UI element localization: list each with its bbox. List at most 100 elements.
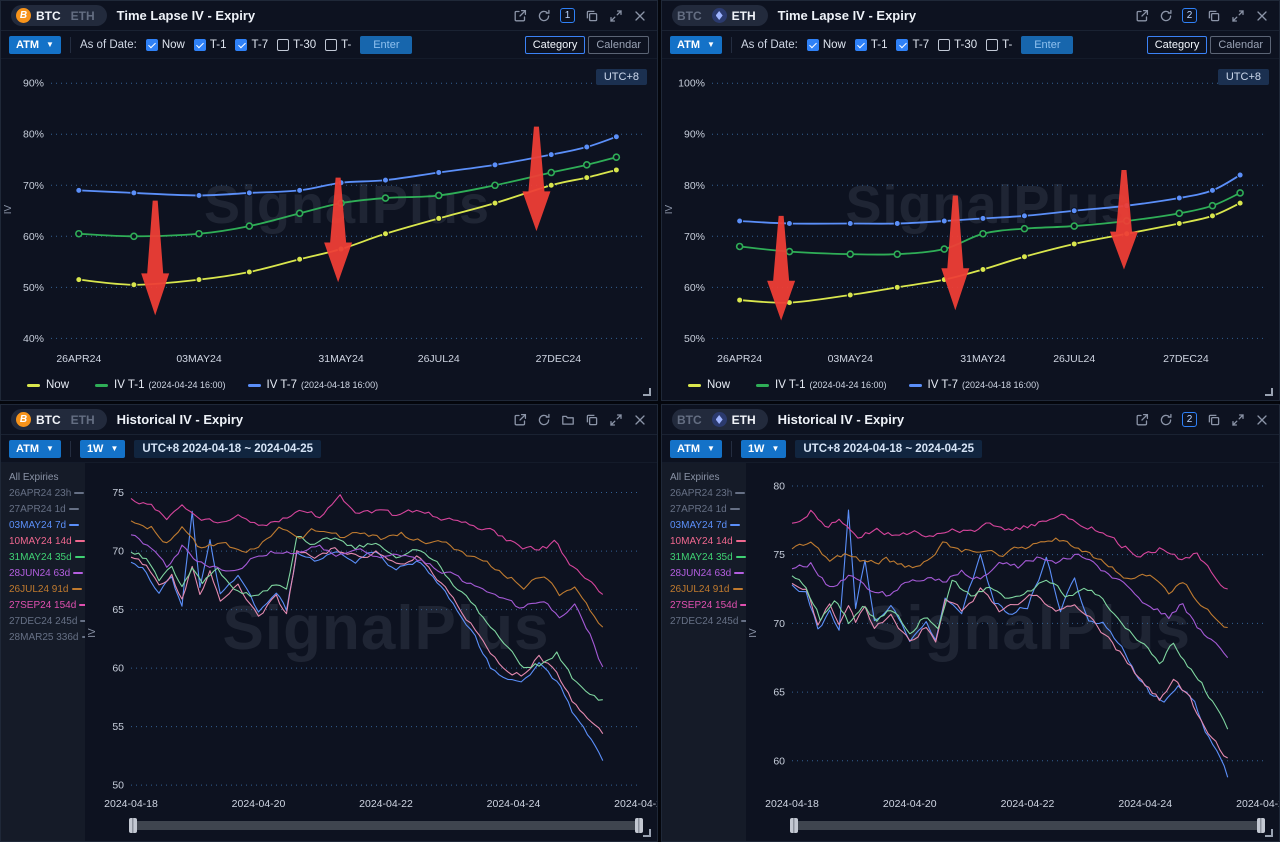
slider-handle-right[interactable] [1257,818,1265,833]
legend-item-t1[interactable]: IV T-1(2024-04-24 16:00) [756,379,887,391]
checkbox-t-custom[interactable]: T- [325,39,351,51]
expiry-item[interactable]: 27APR24 1d [662,501,746,517]
expiry-item[interactable]: 03MAY24 7d [662,517,746,533]
checkbox-icon[interactable] [194,39,206,51]
period-select[interactable]: 1W▼ [741,440,786,458]
expiry-item[interactable]: 28MAR25 336d [1,629,85,645]
expiry-item[interactable]: 31MAY24 35d [662,549,746,565]
coin-toggle[interactable]: BTC ETH [672,409,768,430]
btc-tab[interactable]: BTC [677,413,702,427]
expiry-item[interactable]: 27APR24 1d [1,501,85,517]
eth-tab[interactable]: ETH [712,8,756,23]
close-icon[interactable] [632,412,647,427]
checkbox-t7[interactable]: T-7 [896,39,929,51]
time-range-slider[interactable] [131,821,641,830]
checkbox-icon[interactable] [807,39,819,51]
duplicate-icon[interactable] [584,412,599,427]
expiry-item[interactable]: 28JUN24 63d [1,565,85,581]
checkbox-icon[interactable] [855,39,867,51]
duplicate-icon[interactable] [584,8,599,23]
strike-select[interactable]: ATM▼ [670,440,722,458]
slider-handle-right[interactable] [635,818,643,833]
checkbox-icon[interactable] [896,39,908,51]
expiry-item[interactable]: 03MAY24 7d [1,517,85,533]
checkbox-icon[interactable] [325,39,337,51]
open-in-new-icon[interactable] [1134,8,1149,23]
checkbox-t1[interactable]: T-1 [194,39,227,51]
expiry-item[interactable]: 26APR24 23h [662,485,746,501]
expiry-item[interactable]: 26JUL24 91d [662,581,746,597]
checkbox-icon[interactable] [277,39,289,51]
refresh-icon[interactable] [1158,412,1173,427]
open-in-new-icon[interactable] [512,8,527,23]
expiry-item[interactable]: 31MAY24 35d [1,549,85,565]
window-count-badge[interactable]: 2 [1182,412,1197,427]
legend-item-t7[interactable]: IV T-7(2024-04-18 16:00) [909,379,1040,391]
checkbox-now[interactable]: Now [146,39,185,51]
close-icon[interactable] [632,8,647,23]
checkbox-icon[interactable] [938,39,950,51]
expand-icon[interactable] [608,8,623,23]
category-button[interactable]: Category [525,36,586,54]
expand-icon[interactable] [1230,412,1245,427]
expiry-item[interactable]: 27DEC24 245d [662,613,746,629]
eth-historical-chart[interactable]: SignalPlus8075706560IV2024-04-182024-04-… [746,463,1279,817]
expand-icon[interactable] [1230,8,1245,23]
duplicate-icon[interactable] [1206,8,1221,23]
btc-time-lapse-chart[interactable]: SignalPlus90%80%70%60%50%40%IV26APR2403M… [1,59,657,374]
checkbox-icon[interactable] [146,39,158,51]
resize-handle[interactable] [643,829,651,837]
expiry-item[interactable]: All Expiries [662,469,746,485]
expiry-item[interactable]: 26JUL24 91d [1,581,85,597]
time-range-slider[interactable] [792,821,1263,830]
expand-icon[interactable] [608,412,623,427]
calendar-button[interactable]: Calendar [588,36,649,54]
refresh-icon[interactable] [1158,8,1173,23]
checkbox-t7[interactable]: T-7 [235,39,268,51]
refresh-icon[interactable] [536,8,551,23]
custom-t-input[interactable] [1021,36,1073,54]
resize-handle[interactable] [1265,829,1273,837]
expiry-item[interactable]: 27DEC24 245d [1,613,85,629]
window-count-badge[interactable]: 2 [1182,8,1197,23]
checkbox-t30[interactable]: T-30 [938,39,977,51]
coin-toggle[interactable]: B BTC ETH [11,5,107,26]
expiry-item[interactable]: 27SEP24 154d [1,597,85,613]
calendar-button[interactable]: Calendar [1210,36,1271,54]
category-button[interactable]: Category [1147,36,1208,54]
resize-handle[interactable] [643,388,651,396]
btc-tab[interactable]: B BTC [16,8,61,23]
window-count-badge[interactable]: 1 [560,8,575,23]
btc-historical-chart[interactable]: SignalPlus757065605550IV2024-04-182024-0… [85,463,657,817]
close-icon[interactable] [1254,8,1269,23]
expiry-item[interactable]: 28JUN24 63d [662,565,746,581]
strike-select[interactable]: ATM▼ [670,36,722,54]
close-icon[interactable] [1254,412,1269,427]
strike-select[interactable]: ATM▼ [9,36,61,54]
checkbox-t-custom[interactable]: T- [986,39,1012,51]
open-in-new-icon[interactable] [1134,412,1149,427]
eth-tab[interactable]: ETH [71,413,95,427]
folder-icon[interactable] [560,412,575,427]
legend-item-t1[interactable]: IV T-1(2024-04-24 16:00) [95,379,226,391]
custom-t-input[interactable] [360,36,412,54]
legend-item-now[interactable]: Now [27,379,73,391]
expiry-item[interactable]: 27SEP24 154d [662,597,746,613]
checkbox-t1[interactable]: T-1 [855,39,888,51]
refresh-icon[interactable] [536,412,551,427]
slider-handle-left[interactable] [790,818,798,833]
btc-tab[interactable]: BTC [677,9,702,23]
legend-item-now[interactable]: Now [688,379,734,391]
strike-select[interactable]: ATM▼ [9,440,61,458]
duplicate-icon[interactable] [1206,412,1221,427]
expiry-item[interactable]: 10MAY24 14d [1,533,85,549]
eth-time-lapse-chart[interactable]: SignalPlus100%90%80%70%60%50%IV26APR2403… [662,59,1279,374]
expiry-item[interactable]: All Expiries [1,469,85,485]
resize-handle[interactable] [1265,388,1273,396]
date-range-field[interactable]: UTC+8 2024-04-18 ~ 2024-04-25 [795,440,982,458]
open-in-new-icon[interactable] [512,412,527,427]
expiry-item[interactable]: 10MAY24 14d [662,533,746,549]
checkbox-icon[interactable] [235,39,247,51]
date-range-field[interactable]: UTC+8 2024-04-18 ~ 2024-04-25 [134,440,321,458]
coin-toggle[interactable]: BTC ETH [672,5,768,26]
